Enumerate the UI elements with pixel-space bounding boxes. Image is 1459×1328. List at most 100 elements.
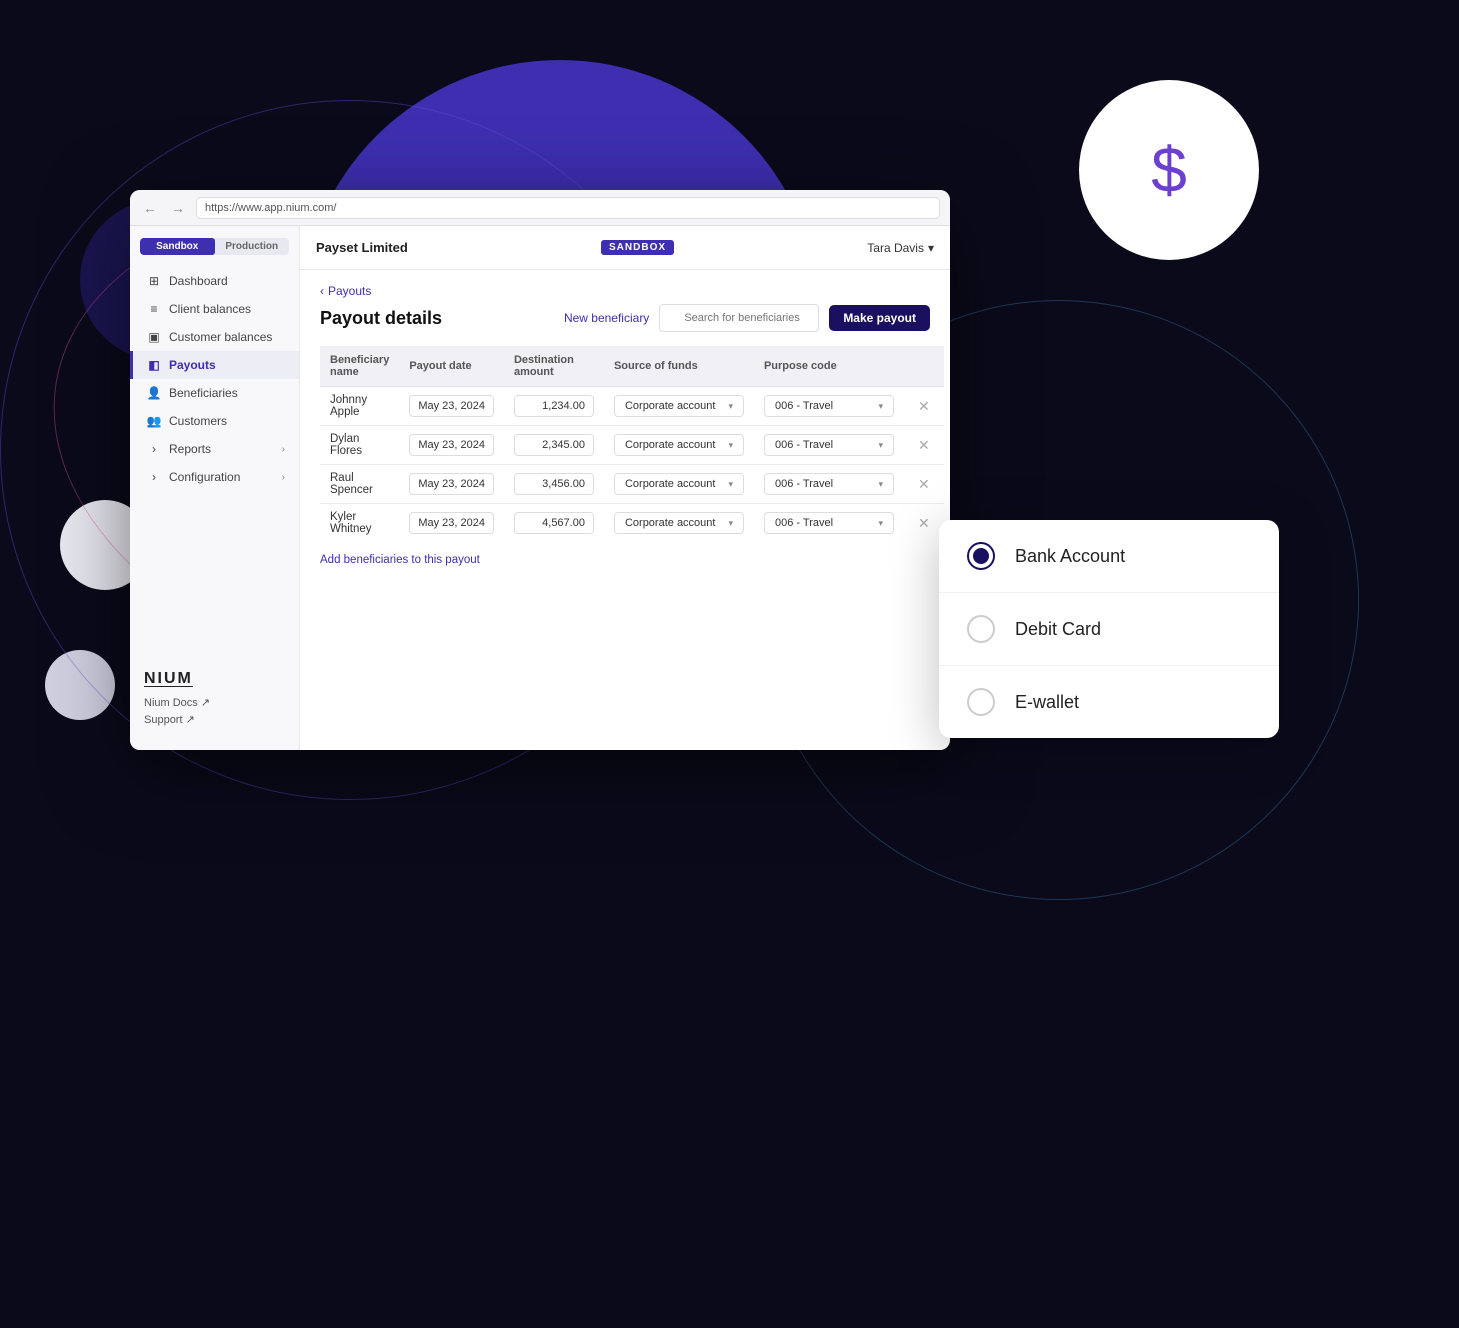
source-value-0: Corporate account bbox=[625, 400, 716, 412]
sidebar-icon-dashboard: ⊞ bbox=[147, 274, 161, 288]
sidebar-label-client-balances: Client balances bbox=[169, 302, 251, 316]
sidebar-item-beneficiaries[interactable]: 👤 Beneficiaries bbox=[130, 379, 299, 407]
payout-table: Beneficiary name Payout date Destination… bbox=[320, 346, 944, 542]
purpose-value-2: 006 - Travel bbox=[775, 478, 833, 490]
delete-row-button-0[interactable]: ✕ bbox=[914, 396, 934, 417]
purpose-select-3[interactable]: 006 - Travel ▾ bbox=[764, 512, 894, 534]
nium-logo: NIUM bbox=[144, 670, 285, 688]
browser-window: ← → https://www.app.nium.com/ Sandbox Pr… bbox=[130, 190, 950, 750]
sidebar-item-configuration[interactable]: › Configuration › bbox=[130, 463, 299, 491]
cell-purpose-1: 006 - Travel ▾ bbox=[754, 426, 904, 465]
dropdown-option-debit-card[interactable]: Debit Card bbox=[939, 593, 1279, 666]
radio-debit-card bbox=[967, 615, 995, 643]
source-select-1[interactable]: Corporate account ▾ bbox=[614, 434, 744, 456]
sidebar-item-reports[interactable]: › Reports › bbox=[130, 435, 299, 463]
cell-amount-0: 1,234.00 bbox=[504, 387, 604, 426]
cell-date-2: May 23, 2024 bbox=[399, 465, 504, 504]
cell-source-1: Corporate account ▾ bbox=[604, 426, 754, 465]
date-picker-3[interactable]: May 23, 2024 bbox=[409, 512, 494, 534]
cell-date-0: May 23, 2024 bbox=[399, 387, 504, 426]
purpose-dropdown-icon: ▾ bbox=[878, 518, 883, 529]
forward-button[interactable]: → bbox=[168, 198, 188, 218]
sidebar-label-beneficiaries: Beneficiaries bbox=[169, 386, 238, 400]
option-label-debit-card: Debit Card bbox=[1015, 619, 1101, 640]
cell-date-1: May 23, 2024 bbox=[399, 426, 504, 465]
source-dropdown-icon: ▾ bbox=[728, 518, 733, 529]
sidebar-item-client-balances[interactable]: ≡ Client balances bbox=[130, 295, 299, 323]
col-source: Source of funds bbox=[604, 346, 754, 387]
purpose-value-3: 006 - Travel bbox=[775, 517, 833, 529]
amount-input-2[interactable]: 3,456.00 bbox=[514, 473, 594, 495]
table-row: Kyler Whitney May 23, 2024 4,567.00 Corp… bbox=[320, 504, 944, 543]
sidebar-label-dashboard: Dashboard bbox=[169, 274, 228, 288]
purpose-dropdown-icon: ▾ bbox=[878, 440, 883, 451]
company-name: Payset Limited bbox=[316, 240, 408, 255]
env-toggle: Sandbox Production bbox=[140, 238, 289, 255]
sidebar-label-configuration: Configuration bbox=[169, 470, 240, 484]
dropdown-option-e-wallet[interactable]: E-wallet bbox=[939, 666, 1279, 738]
search-wrapper: 🔍 bbox=[659, 304, 819, 332]
amount-input-3[interactable]: 4,567.00 bbox=[514, 512, 594, 534]
breadcrumb[interactable]: ‹ Payouts bbox=[320, 284, 930, 298]
search-input[interactable] bbox=[659, 304, 819, 332]
sidebar-label-payouts: Payouts bbox=[169, 358, 216, 372]
source-select-3[interactable]: Corporate account ▾ bbox=[614, 512, 744, 534]
page-title: Payout details bbox=[320, 308, 442, 329]
add-beneficiaries-link[interactable]: Add beneficiaries to this payout bbox=[320, 554, 480, 566]
source-select-0[interactable]: Corporate account ▾ bbox=[614, 395, 744, 417]
source-select-2[interactable]: Corporate account ▾ bbox=[614, 473, 744, 495]
sidebar-item-payouts[interactable]: ◧ Payouts bbox=[130, 351, 299, 379]
cell-delete-3: ✕ bbox=[904, 504, 944, 543]
source-dropdown-icon: ▾ bbox=[728, 479, 733, 490]
production-toggle[interactable]: Production bbox=[215, 238, 290, 255]
sidebar-footer-links: Nium Docs ↗ Support ↗ bbox=[144, 696, 285, 726]
purpose-select-1[interactable]: 006 - Travel ▾ bbox=[764, 434, 894, 456]
source-dropdown-icon: ▾ bbox=[728, 440, 733, 451]
support-link[interactable]: Support ↗ bbox=[144, 713, 285, 726]
cell-delete-0: ✕ bbox=[904, 387, 944, 426]
purpose-select-2[interactable]: 006 - Travel ▾ bbox=[764, 473, 894, 495]
table-row: Dylan Flores May 23, 2024 2,345.00 Corpo… bbox=[320, 426, 944, 465]
amount-input-0[interactable]: 1,234.00 bbox=[514, 395, 594, 417]
option-label-bank-account: Bank Account bbox=[1015, 546, 1125, 567]
cell-source-0: Corporate account ▾ bbox=[604, 387, 754, 426]
amount-input-1[interactable]: 2,345.00 bbox=[514, 434, 594, 456]
make-payout-button[interactable]: Make payout bbox=[829, 305, 930, 331]
purpose-value-0: 006 - Travel bbox=[775, 400, 833, 412]
sidebar-label-customer-balances: Customer balances bbox=[169, 330, 272, 344]
cell-amount-2: 3,456.00 bbox=[504, 465, 604, 504]
new-beneficiary-link[interactable]: New beneficiary bbox=[564, 311, 649, 325]
source-value-2: Corporate account bbox=[625, 478, 716, 490]
date-picker-1[interactable]: May 23, 2024 bbox=[409, 434, 494, 456]
page-header: Payout details New beneficiary 🔍 Make pa… bbox=[320, 304, 930, 332]
purpose-value-1: 006 - Travel bbox=[775, 439, 833, 451]
delete-row-button-3[interactable]: ✕ bbox=[914, 513, 934, 534]
col-amount: Destination amount bbox=[504, 346, 604, 387]
purpose-dropdown-icon: ▾ bbox=[878, 401, 883, 412]
purpose-select-0[interactable]: 006 - Travel ▾ bbox=[764, 395, 894, 417]
breadcrumb-label: Payouts bbox=[328, 284, 371, 298]
back-button[interactable]: ← bbox=[140, 198, 160, 218]
user-menu[interactable]: Tara Davis ▾ bbox=[867, 241, 934, 255]
sidebar-icon-client-balances: ≡ bbox=[147, 302, 161, 316]
header-actions: New beneficiary 🔍 Make payout bbox=[564, 304, 930, 332]
sandbox-toggle[interactable]: Sandbox bbox=[140, 238, 215, 255]
sidebar-item-customers[interactable]: 👥 Customers bbox=[130, 407, 299, 435]
sidebar-label-reports: Reports bbox=[169, 442, 211, 456]
date-picker-0[interactable]: May 23, 2024 bbox=[409, 395, 494, 417]
cell-purpose-0: 006 - Travel ▾ bbox=[754, 387, 904, 426]
sidebar-item-customer-balances[interactable]: ▣ Customer balances bbox=[130, 323, 299, 351]
col-beneficiary: Beneficiary name bbox=[320, 346, 399, 387]
purpose-dropdown-icon: ▾ bbox=[878, 479, 883, 490]
date-picker-2[interactable]: May 23, 2024 bbox=[409, 473, 494, 495]
sidebar-item-dashboard[interactable]: ⊞ Dashboard bbox=[130, 267, 299, 295]
nium-docs-link[interactable]: Nium Docs ↗ bbox=[144, 696, 285, 709]
source-value-3: Corporate account bbox=[625, 517, 716, 529]
dropdown-option-bank-account[interactable]: Bank Account bbox=[939, 520, 1279, 593]
main-header: Payset Limited SANDBOX Tara Davis ▾ bbox=[300, 226, 950, 270]
cell-name-2: Raul Spencer bbox=[320, 465, 399, 504]
delete-row-button-2[interactable]: ✕ bbox=[914, 474, 934, 495]
table-row: Raul Spencer May 23, 2024 3,456.00 Corpo… bbox=[320, 465, 944, 504]
browser-toolbar: ← → https://www.app.nium.com/ bbox=[130, 190, 950, 226]
delete-row-button-1[interactable]: ✕ bbox=[914, 435, 934, 456]
